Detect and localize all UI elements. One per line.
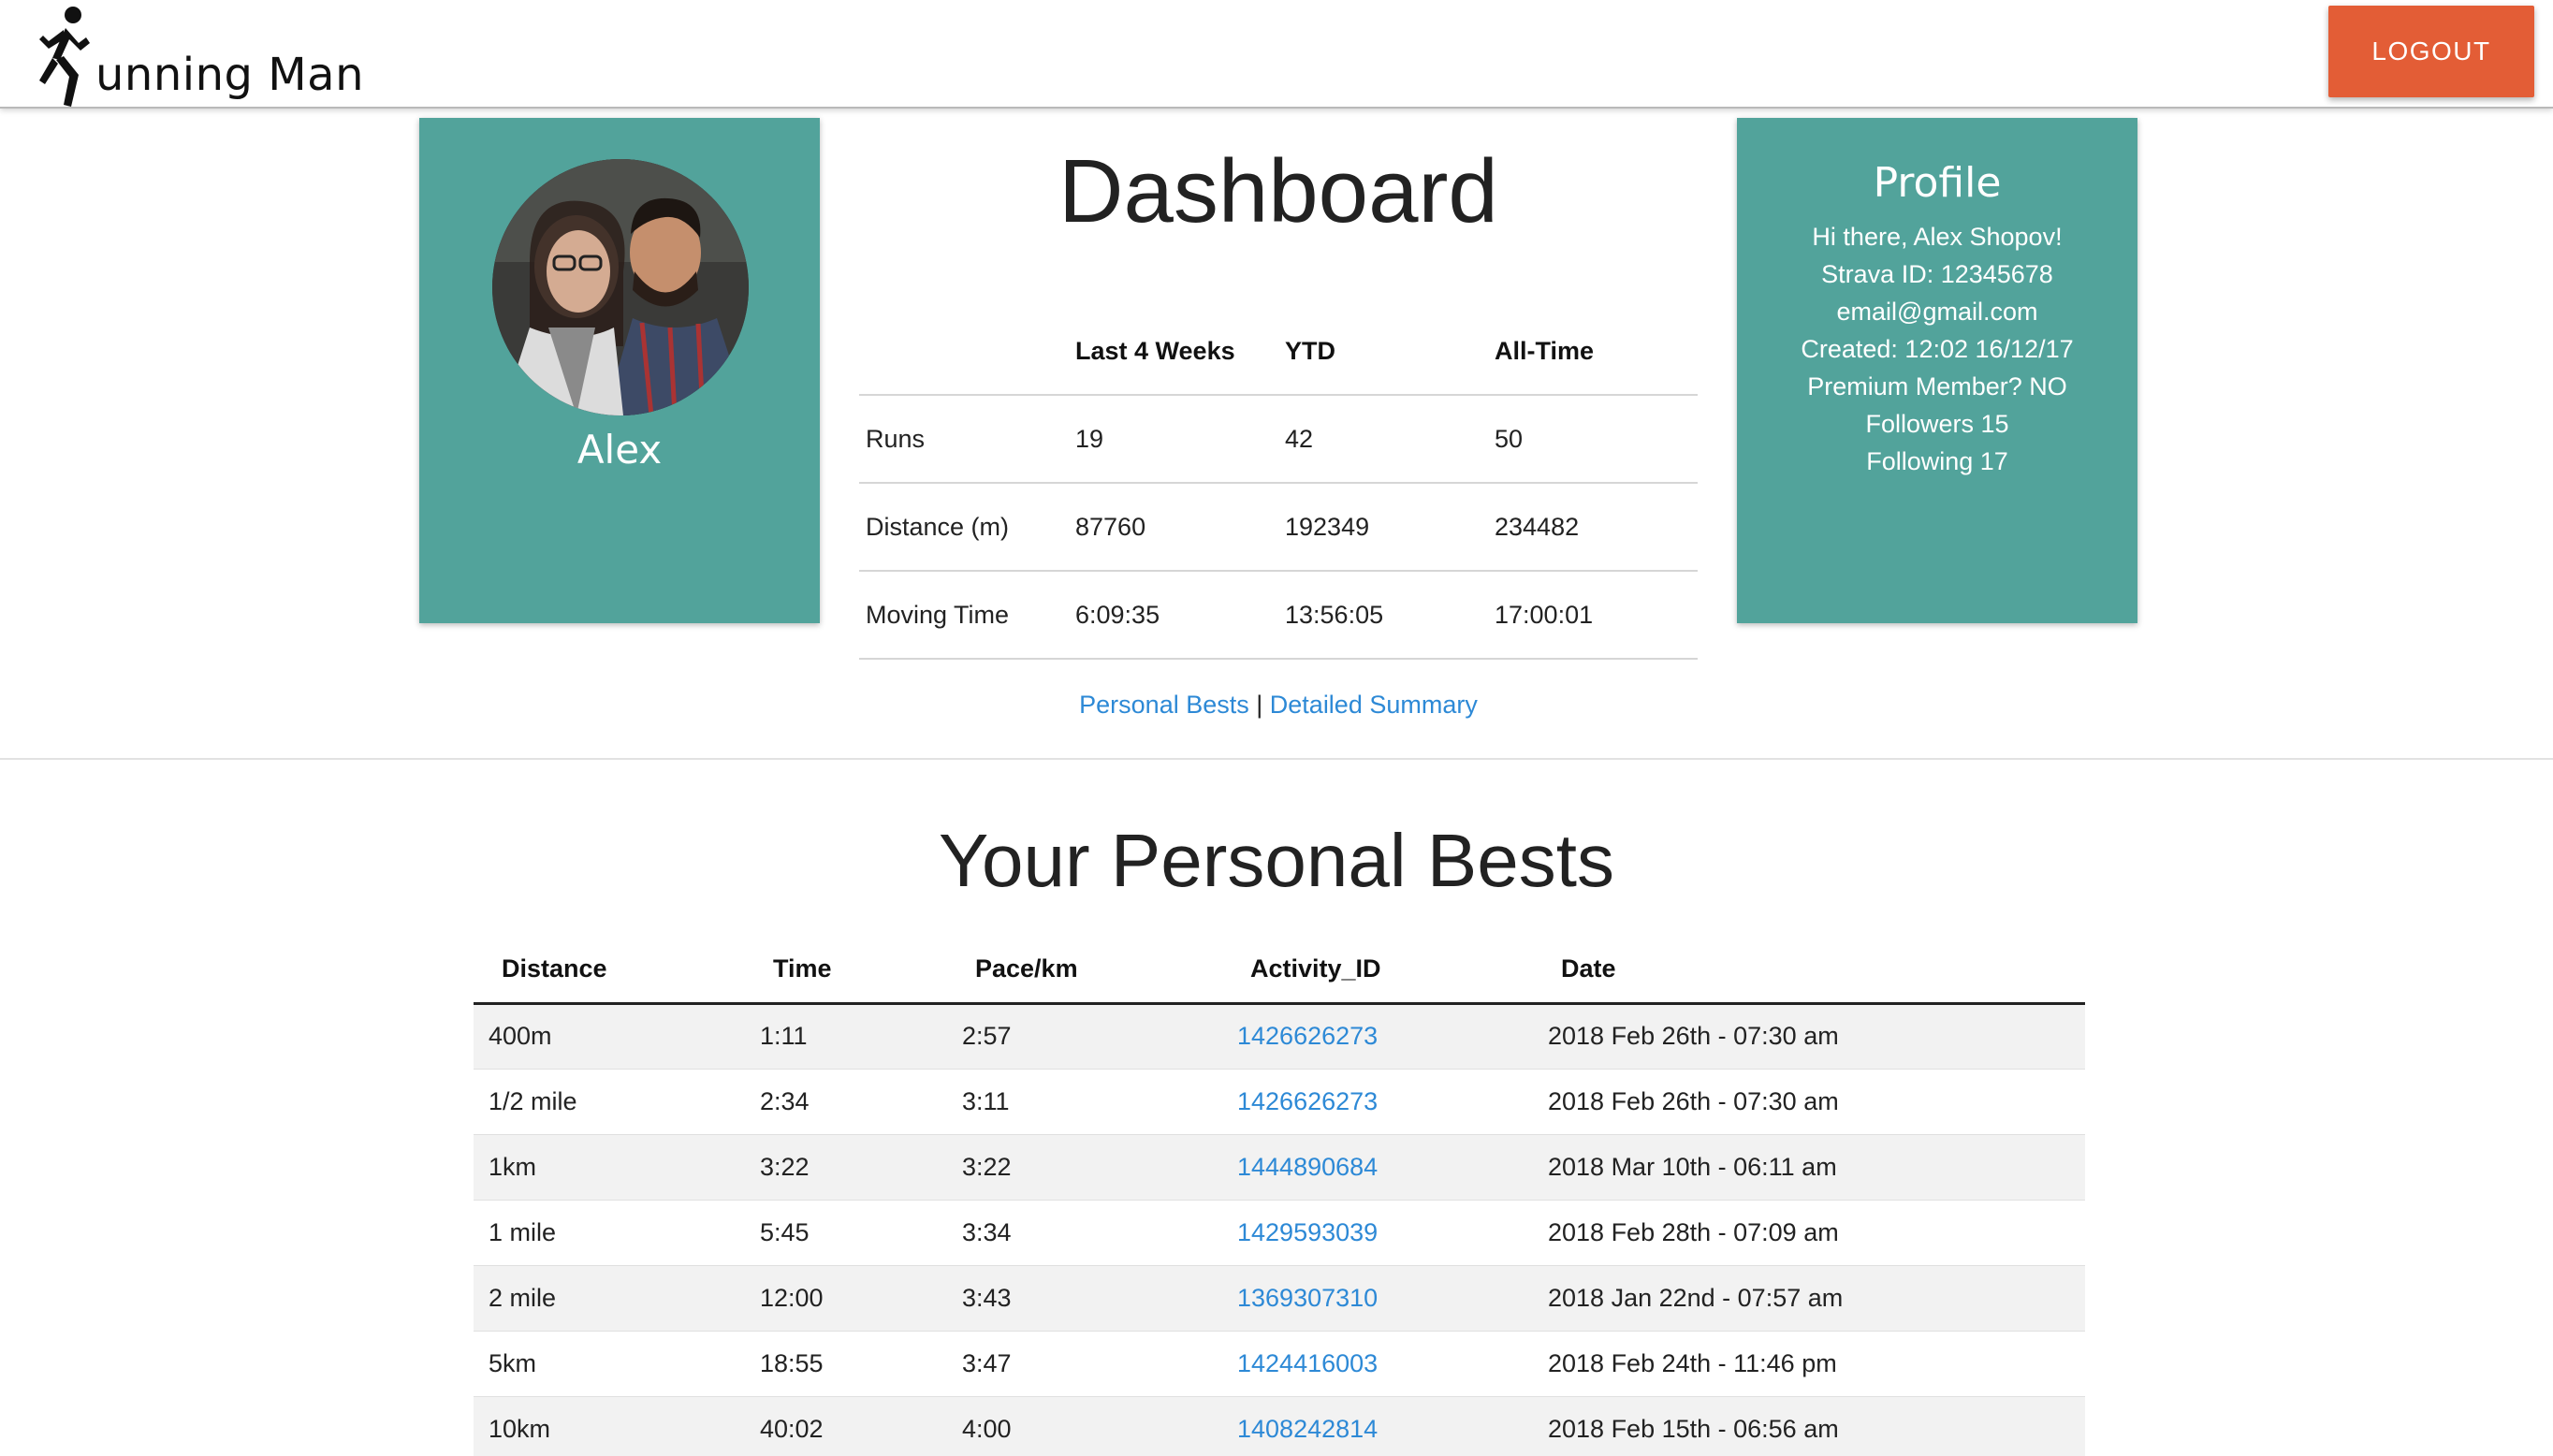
profile-followers: Followers 15 bbox=[1865, 410, 2009, 438]
pb-activity-link[interactable]: 1429593039 bbox=[1222, 1200, 1533, 1266]
stats-col-header bbox=[859, 309, 1069, 396]
profile-following: Following 17 bbox=[1866, 447, 2008, 475]
pb-date: 2018 Feb 28th - 07:09 am bbox=[1533, 1200, 2085, 1266]
profile-title: Profile bbox=[1873, 159, 2002, 207]
pb-pace: 3:34 bbox=[947, 1200, 1222, 1266]
logout-button[interactable]: LOGOUT bbox=[2328, 6, 2534, 97]
pb-header-row: Distance Time Pace/km Activity_ID Date bbox=[474, 936, 2085, 1005]
stats-header-row: Last 4 Weeks YTD All-Time bbox=[859, 309, 1698, 396]
stats-cell: Distance (m) bbox=[859, 483, 1069, 572]
pb-distance: 400m bbox=[474, 1003, 745, 1070]
pb-pace: 3:11 bbox=[947, 1069, 1222, 1135]
table-row: 1km 3:22 3:22 1444890684 2018 Mar 10th -… bbox=[474, 1134, 2085, 1201]
stats-cell: 50 bbox=[1488, 395, 1698, 484]
pb-col-header: Pace/km bbox=[947, 936, 1222, 1005]
personal-bests-table: Distance Time Pace/km Activity_ID Date 4… bbox=[474, 936, 2085, 1456]
pb-activity-link[interactable]: 1426626273 bbox=[1222, 1069, 1533, 1135]
stats-row-distance: Distance (m) 87760 192349 234482 bbox=[859, 483, 1698, 572]
pb-date: 2018 Feb 26th - 07:30 am bbox=[1533, 1003, 2085, 1070]
pb-pace: 2:57 bbox=[947, 1003, 1222, 1070]
table-row: 10km 40:02 4:00 1408242814 2018 Feb 15th… bbox=[474, 1396, 2085, 1456]
pb-time: 3:22 bbox=[745, 1134, 947, 1201]
personal-bests-link[interactable]: Personal Bests bbox=[1079, 691, 1249, 719]
pb-time: 12:00 bbox=[745, 1265, 947, 1332]
table-row: 1 mile 5:45 3:34 1429593039 2018 Feb 28t… bbox=[474, 1200, 2085, 1266]
profile-greeting: Hi there, Alex Shopov! bbox=[1812, 223, 2063, 251]
stats-cell: 6:09:35 bbox=[1069, 571, 1278, 660]
profile-premium: Premium Member? NO bbox=[1807, 372, 2067, 400]
stats-row-runs: Runs 19 42 50 bbox=[859, 395, 1698, 484]
pb-time: 2:34 bbox=[745, 1069, 947, 1135]
pb-col-header: Activity_ID bbox=[1222, 936, 1533, 1005]
stats-cell: 234482 bbox=[1488, 483, 1698, 572]
pb-distance: 1/2 mile bbox=[474, 1069, 745, 1135]
user-name: Alex bbox=[576, 427, 663, 473]
pb-date: 2018 Feb 24th - 11:46 pm bbox=[1533, 1331, 2085, 1397]
pb-date: 2018 Feb 15th - 06:56 am bbox=[1533, 1396, 2085, 1456]
profile-created: Created: 12:02 16/12/17 bbox=[1801, 335, 2074, 363]
pb-pace: 4:00 bbox=[947, 1396, 1222, 1456]
profile-email: email@gmail.com bbox=[1836, 298, 2038, 326]
stats-col-header: All-Time bbox=[1488, 309, 1698, 396]
profile-card: Profile Hi there, Alex Shopov! Strava ID… bbox=[1737, 118, 2137, 623]
stats-cell: 19 bbox=[1069, 395, 1278, 484]
detailed-summary-link[interactable]: Detailed Summary bbox=[1270, 691, 1478, 719]
pb-date: 2018 Mar 10th - 06:11 am bbox=[1533, 1134, 2085, 1201]
pb-col-header: Time bbox=[745, 936, 947, 1005]
top-navbar: unning Man LOGOUT bbox=[0, 0, 2553, 109]
user-card: Alex bbox=[419, 118, 820, 623]
profile-strava-id: Strava ID: 12345678 bbox=[1821, 260, 2053, 288]
table-row: 1/2 mile 2:34 3:11 1426626273 2018 Feb 2… bbox=[474, 1069, 2085, 1135]
pb-pace: 3:47 bbox=[947, 1331, 1222, 1397]
section-divider bbox=[0, 758, 2553, 760]
brand-name: unning Man bbox=[95, 49, 364, 101]
table-row: 2 mile 12:00 3:43 1369307310 2018 Jan 22… bbox=[474, 1265, 2085, 1332]
pb-col-header: Distance bbox=[474, 936, 745, 1005]
user-avatar bbox=[492, 159, 749, 415]
pb-time: 5:45 bbox=[745, 1200, 947, 1266]
pb-time: 1:11 bbox=[745, 1003, 947, 1070]
dashboard-links: Personal Bests | Detailed Summary bbox=[859, 691, 1698, 720]
pb-distance: 2 mile bbox=[474, 1265, 745, 1332]
pb-activity-link[interactable]: 1426626273 bbox=[1222, 1003, 1533, 1070]
pb-date: 2018 Feb 26th - 07:30 am bbox=[1533, 1069, 2085, 1135]
pb-distance: 10km bbox=[474, 1396, 745, 1456]
pb-pace: 3:22 bbox=[947, 1134, 1222, 1201]
stats-cell: 13:56:05 bbox=[1278, 571, 1488, 660]
stats-col-header: YTD bbox=[1278, 309, 1488, 396]
pb-activity-link[interactable]: 1369307310 bbox=[1222, 1265, 1533, 1332]
link-separator: | bbox=[1256, 691, 1263, 719]
pb-distance: 1km bbox=[474, 1134, 745, 1201]
stats-cell: Runs bbox=[859, 395, 1069, 484]
pb-col-header: Date bbox=[1533, 936, 2085, 1005]
pb-pace: 3:43 bbox=[947, 1265, 1222, 1332]
running-man-icon bbox=[39, 7, 90, 107]
profile-details: Hi there, Alex Shopov! Strava ID: 123456… bbox=[1737, 218, 2137, 480]
pb-distance: 5km bbox=[474, 1331, 745, 1397]
pb-distance: 1 mile bbox=[474, 1200, 745, 1266]
stats-cell: 87760 bbox=[1069, 483, 1278, 572]
stats-table: Last 4 Weeks YTD All-Time Runs 19 42 50 … bbox=[859, 309, 1698, 660]
personal-bests-title: Your Personal Bests bbox=[939, 819, 1614, 902]
stats-row-moving-time: Moving Time 6:09:35 13:56:05 17:00:01 bbox=[859, 571, 1698, 660]
dashboard-title: Dashboard bbox=[1058, 141, 1498, 241]
stats-cell: 192349 bbox=[1278, 483, 1488, 572]
table-row: 5km 18:55 3:47 1424416003 2018 Feb 24th … bbox=[474, 1331, 2085, 1397]
brand-logo-link[interactable]: unning Man bbox=[32, 0, 364, 109]
pb-activity-link[interactable]: 1408242814 bbox=[1222, 1396, 1533, 1456]
table-row: 400m 1:11 2:57 1426626273 2018 Feb 26th … bbox=[474, 1003, 2085, 1070]
stats-cell: 17:00:01 bbox=[1488, 571, 1698, 660]
stats-cell: Moving Time bbox=[859, 571, 1069, 660]
stats-cell: 42 bbox=[1278, 395, 1488, 484]
stats-col-header: Last 4 Weeks bbox=[1069, 309, 1278, 396]
pb-activity-link[interactable]: 1424416003 bbox=[1222, 1331, 1533, 1397]
pb-time: 18:55 bbox=[745, 1331, 947, 1397]
pb-time: 40:02 bbox=[745, 1396, 947, 1456]
pb-activity-link[interactable]: 1444890684 bbox=[1222, 1134, 1533, 1201]
pb-date: 2018 Jan 22nd - 07:57 am bbox=[1533, 1265, 2085, 1332]
